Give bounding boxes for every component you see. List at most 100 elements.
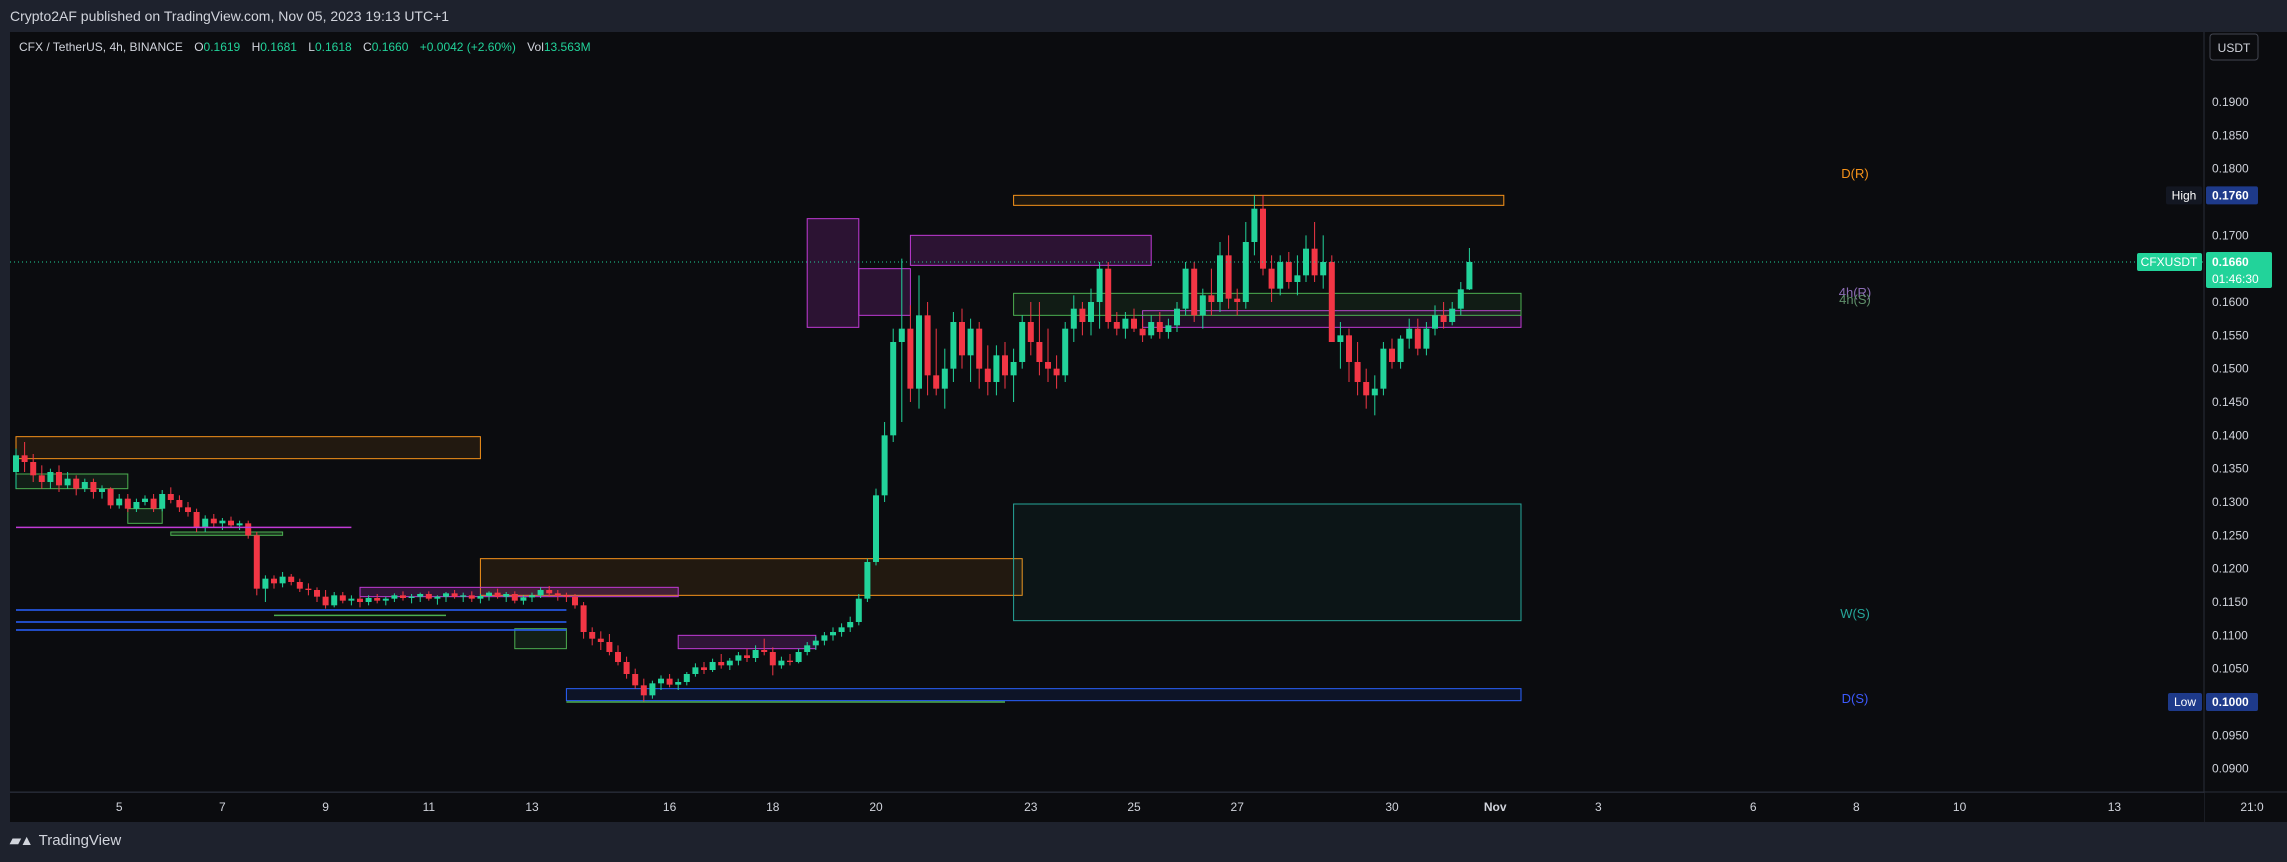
time-tick-label: 16 (663, 800, 677, 814)
candle-body (262, 578, 269, 589)
candle-body (1191, 268, 1198, 316)
zone-label-4h-s: 4h(S) (1839, 292, 1871, 307)
candle-body (1019, 322, 1026, 362)
candle-body (1432, 315, 1438, 329)
price-chart[interactable]: 0.19000.18500.18000.17000.16500.16000.15… (0, 0, 2287, 862)
candle-body (1096, 268, 1103, 302)
candle-body (99, 488, 105, 492)
candle-body (976, 328, 983, 369)
time-tick-label: 8 (1853, 800, 1860, 814)
candle-body (752, 650, 759, 658)
candle-body (253, 535, 260, 589)
candle-body (1113, 322, 1120, 329)
candle-body (382, 598, 389, 601)
time-tick-label: 25 (1127, 800, 1141, 814)
candle-body (529, 595, 535, 598)
candle-body (417, 594, 424, 597)
candle-body (1337, 335, 1344, 342)
candle-body (744, 655, 750, 658)
candle-body (649, 683, 656, 696)
candle-body (210, 518, 217, 524)
candle-body (675, 682, 682, 685)
candle-body (1148, 322, 1155, 336)
green-box-c (514, 628, 567, 650)
purple-box-a (806, 218, 860, 328)
price-tick-label: 0.1600 (2212, 295, 2249, 309)
time-scale[interactable] (10, 793, 2204, 822)
legend-vol-label: Vol (527, 40, 544, 54)
candle-body (400, 595, 406, 598)
candle-body (1027, 322, 1034, 342)
candle-body (658, 678, 664, 684)
candle-body (1062, 328, 1069, 376)
zone-label-w-s: W(S) (1840, 606, 1870, 621)
candle-body (1285, 262, 1292, 282)
candle-body (683, 674, 690, 682)
candle-body (1079, 308, 1086, 322)
candle-body (761, 650, 768, 652)
candle-body (993, 355, 1000, 382)
candle-body (804, 645, 811, 652)
candle-body (116, 498, 123, 506)
time-tick-label: 20 (869, 800, 883, 814)
candle-body (339, 595, 346, 601)
supply-zone-orange-left (15, 436, 481, 460)
candle-body (1260, 208, 1266, 269)
price-tick-label: 0.1850 (2212, 128, 2249, 142)
candle-body (572, 596, 578, 606)
candle-body (494, 592, 501, 597)
candle-body (546, 590, 553, 594)
price-tick-label: 0.1350 (2212, 462, 2249, 476)
price-tick-label: 0.1200 (2212, 562, 2249, 576)
candle-body (916, 315, 922, 389)
candle-body (408, 596, 415, 598)
price-tick-label: 0.1500 (2212, 362, 2249, 376)
candle-body (486, 592, 492, 596)
candle-body (1354, 362, 1361, 382)
candle-body (666, 678, 673, 685)
countdown-value: 01:46:30 (2212, 272, 2259, 286)
candle-body (580, 605, 587, 632)
last-price-value: 0.1660 (2212, 255, 2249, 269)
candle-body (477, 596, 484, 599)
candle-body (1131, 318, 1137, 329)
candle-body (787, 660, 793, 662)
candle-body (718, 662, 725, 666)
candle-body (1277, 262, 1284, 289)
candle-body (1320, 262, 1327, 276)
candle-body (1371, 388, 1378, 396)
candle-body (1346, 335, 1352, 362)
price-tick-label: 0.1300 (2212, 495, 2249, 509)
time-tick-label: 18 (766, 800, 780, 814)
candle-body (236, 523, 243, 526)
candle-body (202, 518, 209, 528)
price-tick-label: 0.1100 (2212, 628, 2248, 642)
candle-body (391, 595, 398, 599)
candle-body (47, 472, 54, 482)
legend-close-label: C (363, 40, 372, 54)
publish-note: Crypto2AF published on TradingView.com, … (10, 8, 450, 24)
candle-body (38, 475, 45, 482)
candle-body (890, 342, 897, 436)
tradingview-logo[interactable]: ▰▲ TradingView (10, 832, 121, 849)
zone-label-d-s: D(S) (1842, 691, 1869, 706)
candle-body (1174, 308, 1180, 326)
candle-body (1036, 342, 1043, 362)
legend-high-value: 0.1681 (260, 40, 297, 54)
candle-body (365, 598, 372, 602)
candle-body (597, 638, 604, 642)
candle-body (1423, 328, 1430, 349)
candle-body (1053, 368, 1060, 376)
candle-body (1165, 325, 1172, 332)
plot-area[interactable] (10, 32, 2204, 792)
time-tick-label: 13 (525, 800, 539, 814)
candle-body (451, 593, 458, 597)
candle-body (1406, 328, 1413, 339)
candle-body (726, 660, 733, 666)
candle-body (838, 627, 845, 632)
currency-button[interactable]: USDT (2209, 33, 2259, 61)
candle-body (314, 590, 320, 597)
candle-body (1182, 268, 1189, 309)
candle-body (167, 494, 174, 500)
daily-resistance-zone (1013, 194, 1505, 206)
